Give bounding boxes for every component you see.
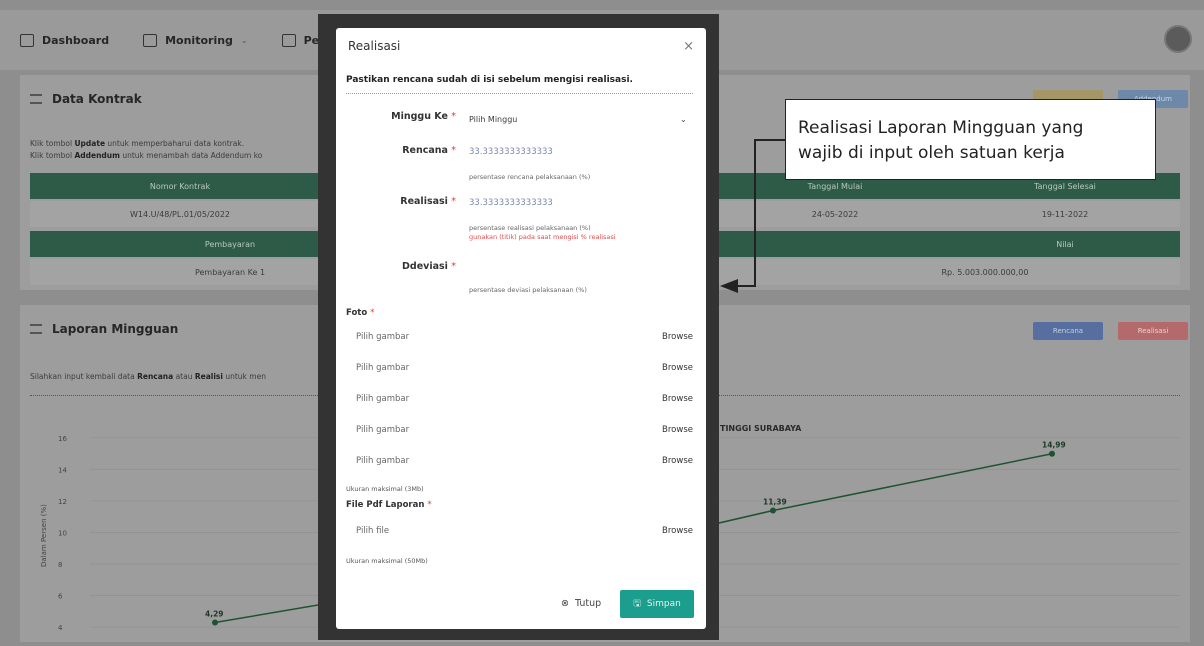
rencana-help: persentase rencana pelaksanaan (%) [469, 173, 591, 181]
required-mark: * [451, 261, 456, 272]
required-mark: * [451, 111, 456, 122]
deviasi-input[interactable] [469, 261, 679, 277]
foto-file-input-1[interactable]: Pilih gambar Browse [346, 328, 693, 348]
browse-button[interactable]: Browse [662, 456, 693, 466]
browse-button[interactable]: Browse [662, 394, 693, 404]
modal-note: Pastikan rencana sudah di isi sebelum me… [346, 75, 633, 85]
realisasi-help: persentase realisasi pelaksanaan (%) [469, 224, 591, 232]
simpan-button[interactable]: 🖫 Simpan [620, 590, 694, 618]
simpan-button-label: Simpan [646, 599, 681, 609]
file-placeholder: Pilih gambar [356, 332, 410, 342]
deviasi-help: persentase deviasi pelaksanaan (%) [469, 286, 587, 294]
file-placeholder: Pilih file [356, 526, 390, 536]
foto-label-text: Foto [346, 308, 368, 318]
callout-line-1: Realisasi Laporan Mingguan yang [798, 118, 1084, 138]
required-mark: * [427, 500, 432, 510]
required-mark: * [451, 196, 456, 207]
callout-line-2: wajib di input oleh satuan kerja [798, 143, 1065, 163]
rencana-label-text: Rencana [402, 145, 448, 156]
divider [346, 93, 693, 94]
tutup-button-label: Tutup [574, 598, 602, 609]
realisasi-warning: gunakan (titik) pada saat mengisi % real… [469, 233, 616, 241]
file-placeholder: Pilih gambar [356, 425, 410, 435]
pdf-label-text: File Pdf Laporan [346, 500, 425, 510]
file-placeholder: Pilih gambar [356, 456, 410, 466]
realisasi-modal: Realisasi × Pastikan rencana sudah di is… [336, 28, 706, 629]
required-mark: * [451, 145, 456, 156]
foto-file-input-5[interactable]: Pilih gambar Browse [346, 452, 693, 472]
rencana-label: Rencana * [346, 145, 456, 156]
realisasi-label: Realisasi * [346, 196, 456, 207]
annotation-callout: Realisasi Laporan Mingguan yang wajib di… [785, 99, 1156, 180]
deviasi-label-text: Ddeviasi [402, 261, 448, 272]
minggu-label-text: Minggu Ke [391, 111, 448, 122]
browse-button[interactable]: Browse [662, 425, 693, 435]
save-icon: 🖫 [633, 599, 641, 609]
rencana-input[interactable]: 33.3333333333333 [469, 147, 553, 157]
minggu-select[interactable]: Pilih Minggu [469, 115, 517, 124]
tutup-button[interactable]: ⊗ Tutup [561, 598, 601, 609]
modal-title: Realisasi [348, 39, 401, 53]
file-placeholder: Pilih gambar [356, 363, 410, 373]
minggu-label: Minggu Ke * [346, 111, 456, 122]
close-circle-icon: ⊗ [561, 598, 569, 609]
foto-file-input-3[interactable]: Pilih gambar Browse [346, 390, 693, 410]
deviasi-label: Ddeviasi * [346, 261, 456, 272]
foto-file-input-4[interactable]: Pilih gambar Browse [346, 421, 693, 441]
realisasi-label-text: Realisasi [400, 196, 448, 207]
pdf-size-note: Ukuran maksimal (50Mb) [346, 557, 428, 565]
close-icon[interactable]: × [683, 39, 694, 54]
pdf-label: File Pdf Laporan * [346, 500, 432, 510]
file-placeholder: Pilih gambar [356, 394, 410, 404]
foto-size-note: Ukuran maksimal (3Mb) [346, 485, 424, 493]
realisasi-input[interactable]: 33.3333333333333 [469, 198, 553, 208]
required-mark: * [370, 308, 375, 318]
foto-file-input-2[interactable]: Pilih gambar Browse [346, 359, 693, 379]
pdf-file-input[interactable]: Pilih file Browse [346, 522, 693, 542]
browse-button[interactable]: Browse [662, 332, 693, 342]
browse-button[interactable]: Browse [662, 526, 693, 536]
chevron-down-icon[interactable]: ⌄ [680, 115, 687, 124]
browse-button[interactable]: Browse [662, 363, 693, 373]
foto-label: Foto * [346, 308, 374, 318]
